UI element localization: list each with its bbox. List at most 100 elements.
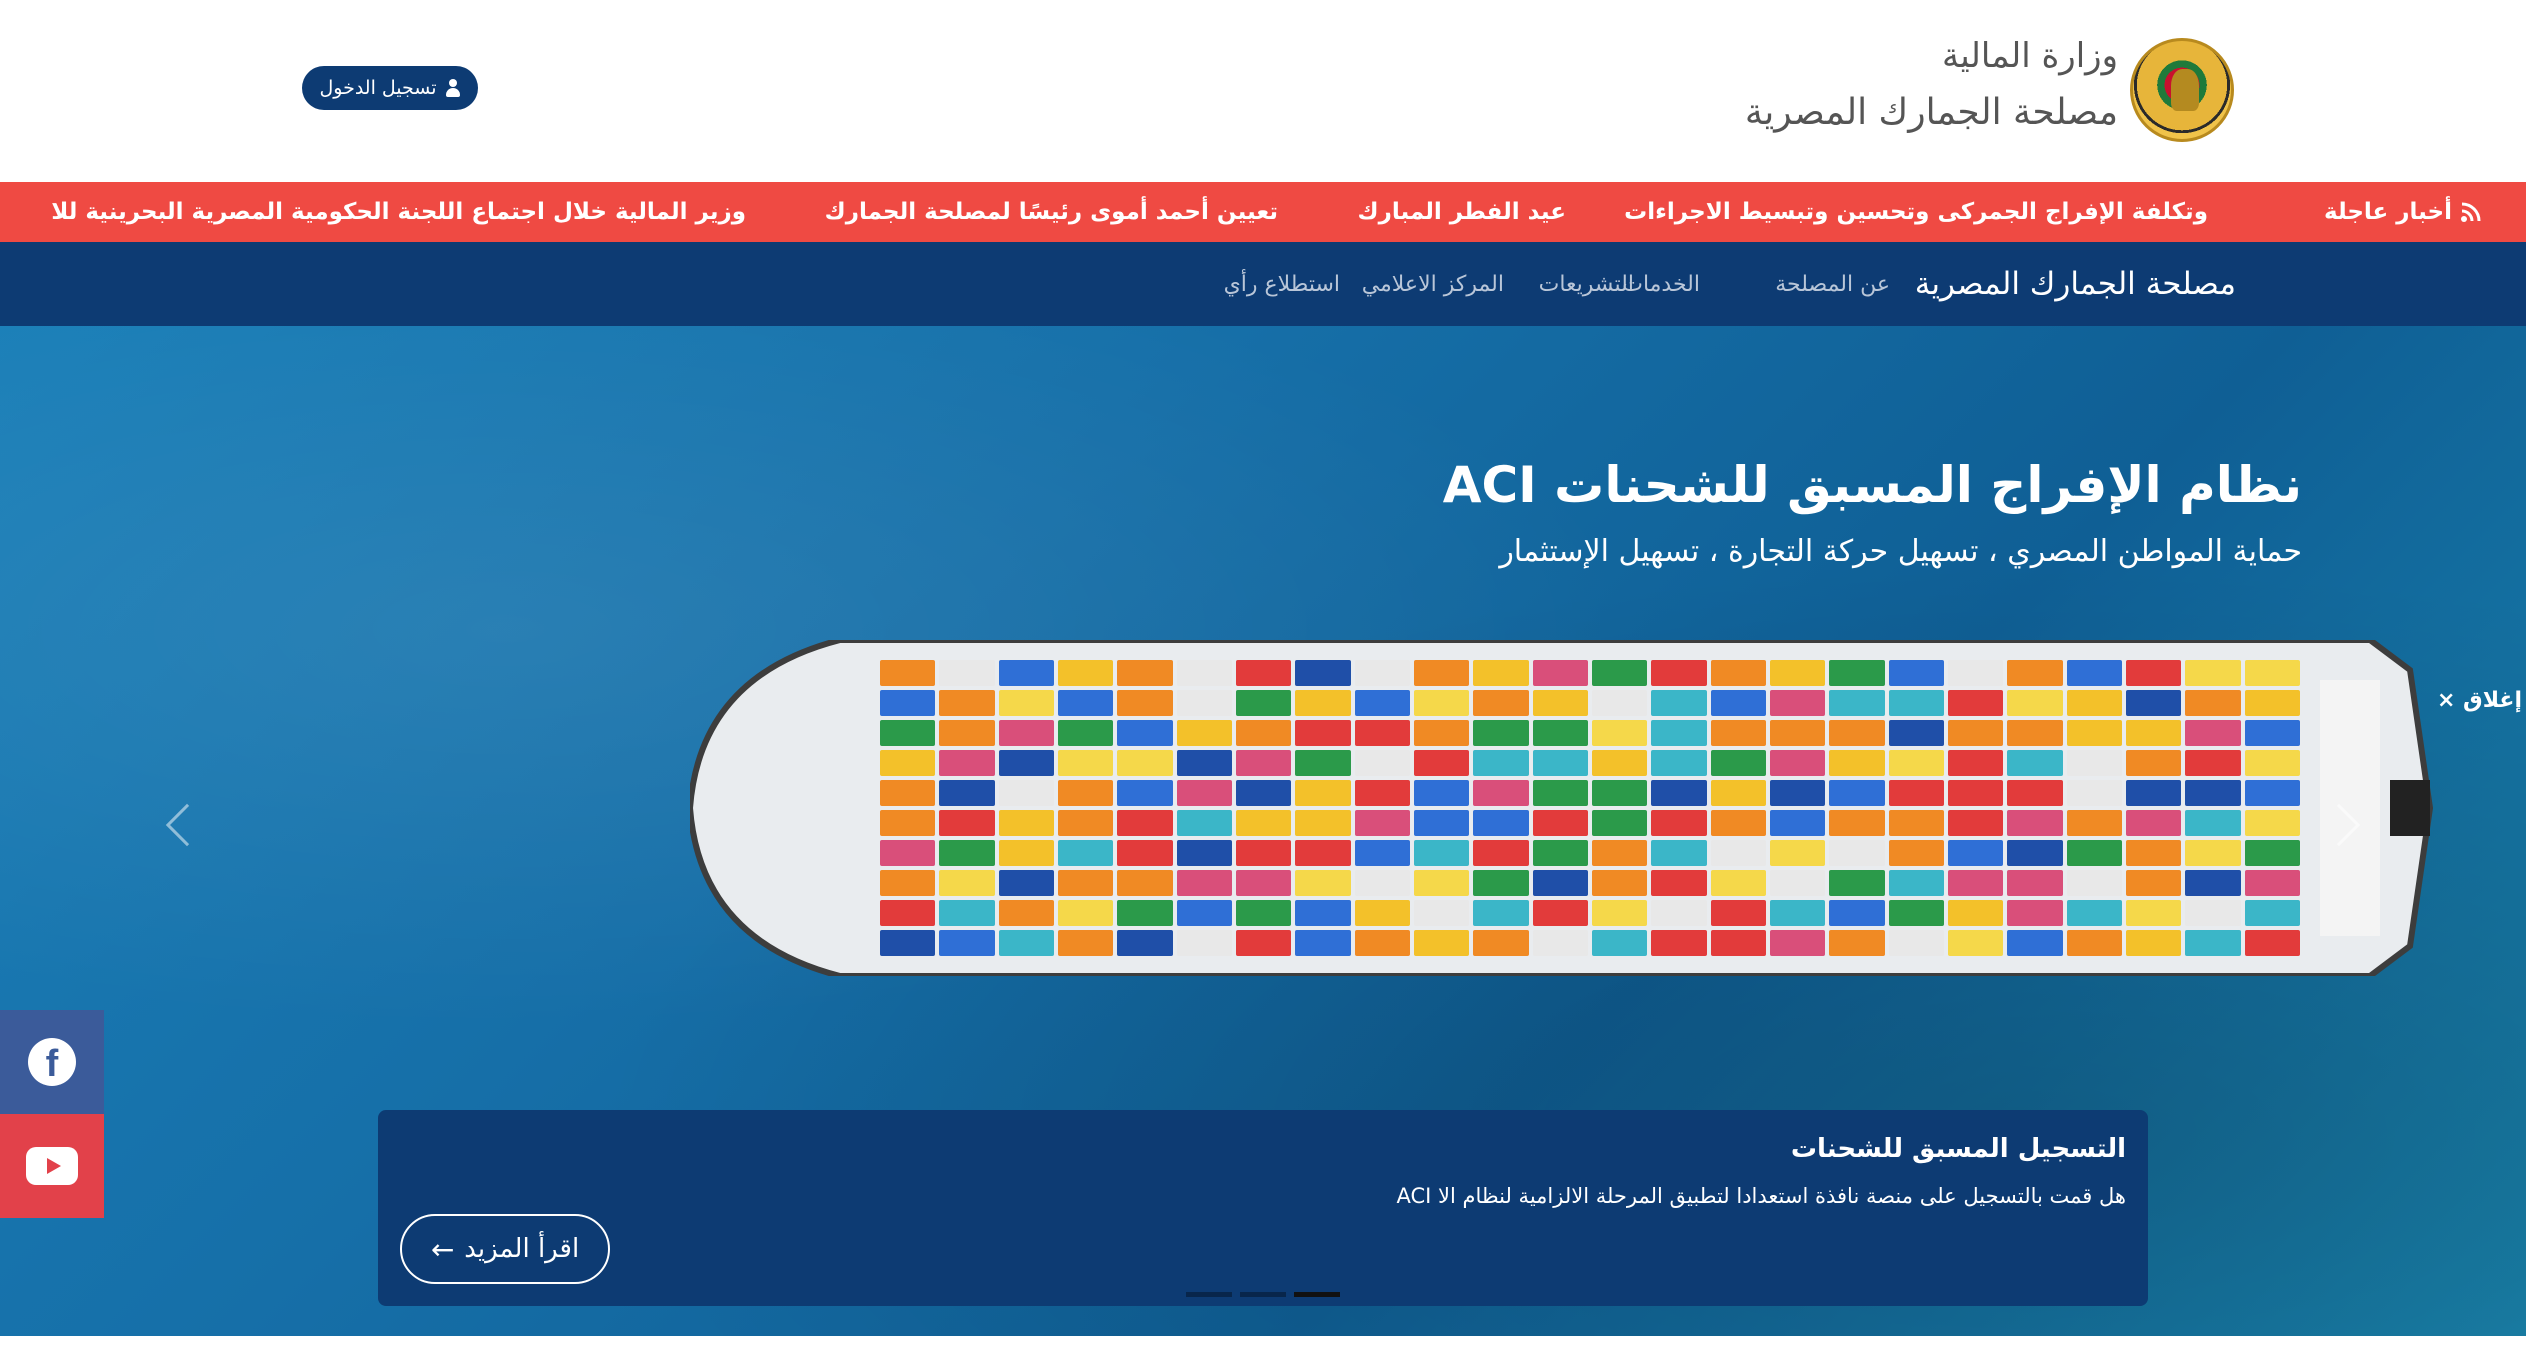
shipping-container [1117,690,1173,716]
read-more-button[interactable]: اقرأ المزيد ← [400,1214,610,1284]
shipping-container [2066,870,2122,896]
shipping-container [1295,810,1351,836]
shipping-container [939,870,995,896]
shipping-container [2244,780,2300,806]
shipping-container [1651,780,1707,806]
container-ship-image [690,640,2460,976]
youtube-icon [26,1147,78,1185]
facebook-link[interactable]: f [0,1010,104,1114]
nav-link-media-center[interactable]: المركز الاعلامي [1362,242,1504,326]
shipping-container [1235,780,1292,806]
shipping-container [1176,870,1232,896]
shipping-container [939,900,995,926]
shipping-container [1532,840,1588,866]
read-more-label: اقرأ المزيد [464,1234,580,1264]
shipping-container [2125,900,2182,926]
shipping-container [1710,780,1766,806]
shipping-container [880,900,936,926]
shipping-container [2244,870,2300,896]
shipping-container [1651,720,1707,746]
shipping-container [1829,810,1885,836]
shipping-container [1235,870,1292,896]
close-button[interactable]: إغلاق × [2437,688,2522,713]
facebook-icon: f [28,1038,76,1086]
shipping-container [1651,660,1707,686]
shipping-container [2007,840,2063,866]
shipping-container [1295,780,1351,806]
shipping-container [2007,720,2063,746]
nav-brand[interactable]: مصلحة الجمارك المصرية [1915,242,2236,326]
shipping-container [1176,690,1232,716]
shipping-container [1829,870,1885,896]
ticker-item[interactable]: عيد الفطر المبارك [1358,182,1566,242]
ministry-name: وزارة المالية [1942,36,2118,76]
shipping-container [2185,900,2241,926]
youtube-link[interactable] [0,1114,104,1218]
shipping-container [1888,750,1944,776]
shipping-container [1947,720,2004,746]
chevron-left-icon[interactable] [165,803,209,847]
shipping-container [1591,810,1648,836]
shipping-container [1354,780,1410,806]
nav-link-legislation[interactable]: التشريعات [1539,242,1634,326]
shipping-container [1117,900,1173,926]
shipping-container [1473,690,1529,716]
shipping-container [1473,780,1529,806]
card-text: هل قمت بالتسجيل على منصة نافذة استعدادا … [1396,1184,2127,1208]
shipping-container [880,750,936,776]
shipping-container [1769,870,1826,896]
shipping-container [1651,690,1707,716]
shipping-container [1532,750,1588,776]
shipping-container [2185,720,2241,746]
shipping-container [1947,780,2004,806]
shipping-container [1413,660,1470,686]
shipping-container [1354,900,1410,926]
shipping-container [1651,870,1707,896]
shipping-container [1354,810,1410,836]
shipping-container [1057,810,1114,836]
shipping-container [1591,660,1648,686]
shipping-container [939,840,995,866]
shipping-container [1235,750,1292,776]
shipping-container [1888,870,1944,896]
hero-slider: نظام الإفراج المسبق للشحنات ACI حماية ال… [0,326,2526,1336]
shipping-container [1057,720,1114,746]
shipping-container [880,930,936,956]
shipping-container [880,660,936,686]
shipping-container [2007,750,2063,776]
slide-indicator[interactable] [1186,1292,1232,1297]
shipping-container [1651,930,1707,956]
ticker-item[interactable]: تعيين أحمد أموى رئيسًا لمصلحة الجمارك [825,182,1278,242]
authority-name: مصلحة الجمارك المصرية [1744,92,2118,133]
shipping-container [1829,750,1885,776]
shipping-container [1413,720,1470,746]
nav-link-about[interactable]: عن المصلحة [1775,242,1890,326]
shipping-container [1829,840,1885,866]
shipping-container [1117,930,1173,956]
rss-icon [2460,201,2482,223]
shipping-container [1829,780,1885,806]
ticker-label-text: أخبار عاجلة [2324,199,2452,225]
nav-link-survey[interactable]: استطلاع رأي [1224,242,1340,326]
login-button[interactable]: تسجيل الدخول [302,66,478,110]
shipping-container [939,720,995,746]
shipping-container [1769,930,1826,956]
eagle-emblem-icon [2171,69,2199,111]
shipping-container [1532,720,1588,746]
shipping-container [1473,930,1529,956]
shipping-container [1235,930,1292,956]
shipping-container [1947,870,2004,896]
shipping-container [998,840,1054,866]
slide-indicator[interactable] [1240,1292,1286,1297]
hero-title: نظام الإفراج المسبق للشحنات ACI [1442,456,2302,514]
shipping-container [1888,720,1944,746]
slide-indicator[interactable] [1294,1292,1340,1297]
ticker-item[interactable]: وتكلفة الإفراج الجمركى وتحسين وتبسيط الا… [1624,182,2208,242]
shipping-container [1947,660,2004,686]
shipping-container [998,900,1054,926]
ticker-item[interactable]: وزير المالية خلال اجتماع اللجنة الحكومية… [51,182,746,242]
customs-emblem-logo[interactable] [2130,38,2234,142]
shipping-container [1057,750,1114,776]
shipping-container [1591,720,1648,746]
shipping-container [880,720,936,746]
